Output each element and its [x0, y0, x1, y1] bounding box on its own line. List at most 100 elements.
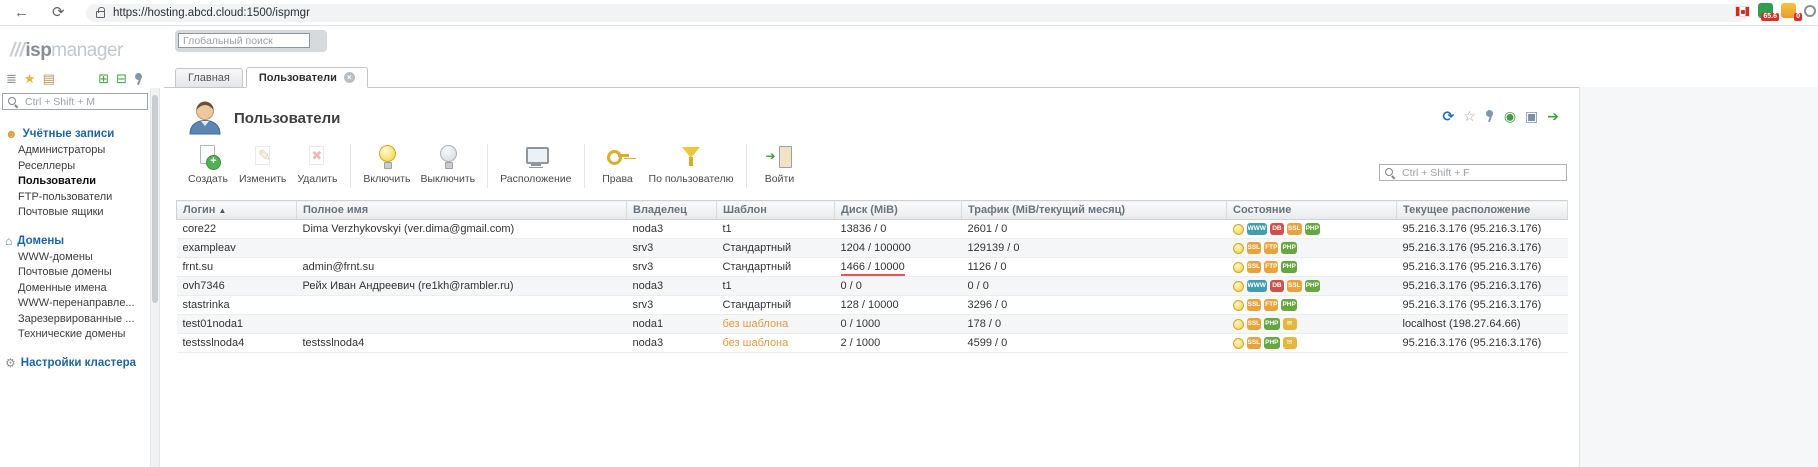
db-status-icon: db	[1270, 223, 1284, 235]
sidebar-item[interactable]: WWW-домены	[0, 250, 150, 266]
table-header-row: Логин▲Полное имяВладелецШаблонДиск (MiB)…	[177, 201, 1568, 220]
sidebar-scrollbar[interactable]	[150, 88, 160, 467]
toolbar-separator	[487, 144, 488, 188]
ssl-status-icon: ssl	[1247, 337, 1262, 349]
filter-user-button[interactable]: По пользователю	[644, 144, 739, 185]
frames-icon[interactable]: ▣	[1525, 108, 1538, 124]
php-status-icon: php	[1281, 261, 1296, 273]
globe-icon[interactable]: ◉	[1504, 108, 1516, 124]
menu-list-icon[interactable]	[6, 71, 17, 87]
pin-menu-icon[interactable]	[134, 72, 144, 86]
column-header[interactable]: Текущее расположение	[1397, 201, 1568, 220]
favorites-icon[interactable]	[24, 71, 36, 87]
status-icons: sslphp✉	[1233, 318, 1391, 330]
traffic-cell: 0 / 0	[962, 277, 1227, 296]
flag-extension[interactable]	[1735, 6, 1750, 17]
template-cell: Стандартный	[717, 296, 835, 315]
login-cell: testsslnoda4	[177, 334, 297, 353]
sidebar-item[interactable]: Администраторы	[0, 143, 150, 159]
traffic-cell: 129139 / 0	[962, 239, 1227, 258]
column-header[interactable]: Логин▲	[177, 201, 297, 220]
briefcase-icon[interactable]	[43, 71, 55, 87]
sidebar-item[interactable]: Почтовые ящики	[0, 205, 150, 221]
sidebar-search-input[interactable]	[23, 95, 143, 109]
ssl-status-icon: ssl	[1247, 318, 1262, 330]
table-row[interactable]: frnt.suadmin@frnt.susrv3Стандартный1466 …	[177, 258, 1568, 277]
sidebar-section-heading[interactable]: ☻Учётные записи	[0, 126, 150, 143]
tab-active[interactable]: Пользователи×	[246, 67, 368, 88]
bulb-on-button[interactable]: Включить	[358, 144, 415, 185]
delete-button[interactable]: Удалить	[291, 144, 343, 185]
traffic-cell: 3296 / 0	[962, 296, 1227, 315]
create-button[interactable]: Создать	[182, 144, 234, 185]
tab-close-icon[interactable]: ×	[344, 72, 355, 83]
table-row[interactable]: test01noda1noda1без шаблона0 / 1000178 /…	[177, 315, 1568, 334]
status-icons: sslftpphp	[1233, 261, 1391, 273]
column-header[interactable]: Трафик (MiB/текущий месяц)	[962, 201, 1227, 220]
scrollbar-thumb[interactable]	[152, 95, 158, 303]
fullname-cell	[297, 315, 627, 334]
toolbar-button-label: Расположение	[500, 173, 571, 185]
toolbar-button-label: По пользователю	[649, 173, 734, 185]
column-header[interactable]: Полное имя	[297, 201, 627, 220]
sidebar-item[interactable]: FTP-пользователи	[0, 190, 150, 206]
sidebar-item[interactable]: Доменные имена	[0, 281, 150, 297]
green-extension[interactable]: 65.6	[1758, 3, 1773, 18]
column-header[interactable]: Владелец	[627, 201, 717, 220]
ftp-status-icon: ftp	[1264, 299, 1278, 311]
traffic-cell: 4599 / 0	[962, 334, 1227, 353]
sidebar-item[interactable]: Пользователи	[0, 174, 150, 190]
disk-value: 0 / 0	[841, 280, 862, 292]
global-search-input[interactable]	[178, 33, 310, 48]
sync-extension[interactable]	[1804, 5, 1816, 17]
refresh-page-icon[interactable]	[52, 3, 65, 23]
rights-button[interactable]: Права	[592, 144, 644, 185]
ftp-status-icon: ftp	[1264, 242, 1278, 254]
location-icon	[522, 144, 550, 171]
back-icon[interactable]	[14, 3, 29, 23]
login-cell: core22	[177, 220, 297, 239]
toolbar-button-label: Выключить	[420, 173, 475, 185]
expand-all-icon[interactable]	[98, 71, 109, 87]
rights-icon	[604, 144, 632, 171]
sidebar-item[interactable]: Почтовые домены	[0, 265, 150, 281]
favorite-star-icon[interactable]: ☆	[1463, 108, 1476, 124]
bulb-off-button[interactable]: Выключить	[415, 144, 480, 185]
table-row[interactable]: core22Dima Verzhykovskyi (ver.dima@gmail…	[177, 220, 1568, 239]
column-header[interactable]: Диск (MiB)	[835, 201, 962, 220]
filter-input[interactable]	[1400, 166, 1562, 180]
bulb-on-icon	[373, 144, 401, 171]
sidebar-item[interactable]: Зарезервированные ...	[0, 312, 150, 328]
status-cell: sslftpphp	[1227, 296, 1397, 315]
ssl-status-icon: ssl	[1247, 261, 1262, 273]
location-button[interactable]: Расположение	[495, 144, 576, 185]
enabled-bulb-icon	[1233, 243, 1244, 254]
refresh-icon[interactable]: ⟳	[1443, 108, 1455, 124]
login-cell: stastrinka	[177, 296, 297, 315]
login-button[interactable]: Войти	[754, 144, 806, 185]
sidebar-item[interactable]: WWW-перенаправле...	[0, 296, 150, 312]
column-header[interactable]: Шаблон	[717, 201, 835, 220]
tab-inactive[interactable]: Главная	[175, 68, 243, 88]
address-bar[interactable]: https://hosting.abcd.cloud:1500/ispmgr	[86, 4, 1748, 22]
sidebar-item[interactable]: Реселлеры	[0, 159, 150, 175]
tab-label: Главная	[188, 72, 230, 84]
sidebar-section-heading[interactable]: ⌂Домены	[0, 233, 150, 250]
owner-cell: noda3	[627, 334, 717, 353]
collapse-all-icon[interactable]	[116, 71, 127, 87]
ispmanager-logo: ///ispmanager	[0, 26, 150, 62]
table-row[interactable]: testsslnoda4testsslnoda4noda3без шаблона…	[177, 334, 1568, 353]
search-icon	[7, 96, 19, 108]
table-row[interactable]: stastrinkasrv3Стандартный128 / 100003296…	[177, 296, 1568, 315]
column-header[interactable]: Состояние	[1227, 201, 1397, 220]
exit-icon[interactable]: ➔	[1547, 108, 1559, 124]
php-status-icon: php	[1264, 337, 1279, 349]
sidebar-item[interactable]: Технические домены	[0, 327, 150, 343]
table-row[interactable]: exampleavsrv3Стандартный1204 / 100000129…	[177, 239, 1568, 258]
sidebar-icon-bar	[0, 62, 150, 90]
sidebar-section-heading[interactable]: ⚙Настройки кластера	[0, 355, 150, 372]
table-row[interactable]: ovh7346Рейх Иван Андреевич (re1kh@ramble…	[177, 277, 1568, 296]
pin-icon[interactable]	[1485, 109, 1495, 123]
orange-extension[interactable]: 0	[1781, 3, 1796, 18]
edit-button[interactable]: Изменить	[234, 144, 291, 185]
